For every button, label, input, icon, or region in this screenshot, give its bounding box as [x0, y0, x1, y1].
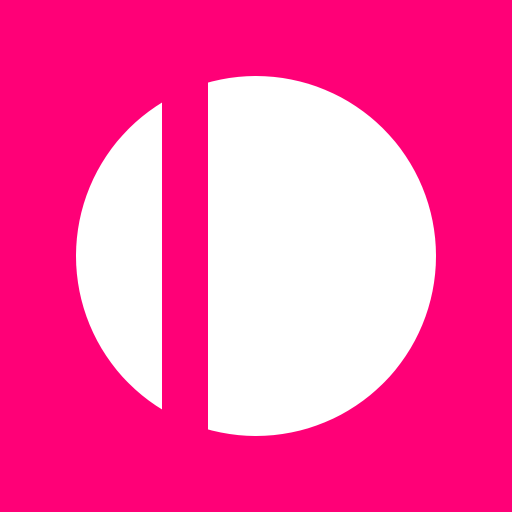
split-circle-logo-icon — [0, 0, 512, 512]
app-icon-canvas — [0, 0, 512, 512]
